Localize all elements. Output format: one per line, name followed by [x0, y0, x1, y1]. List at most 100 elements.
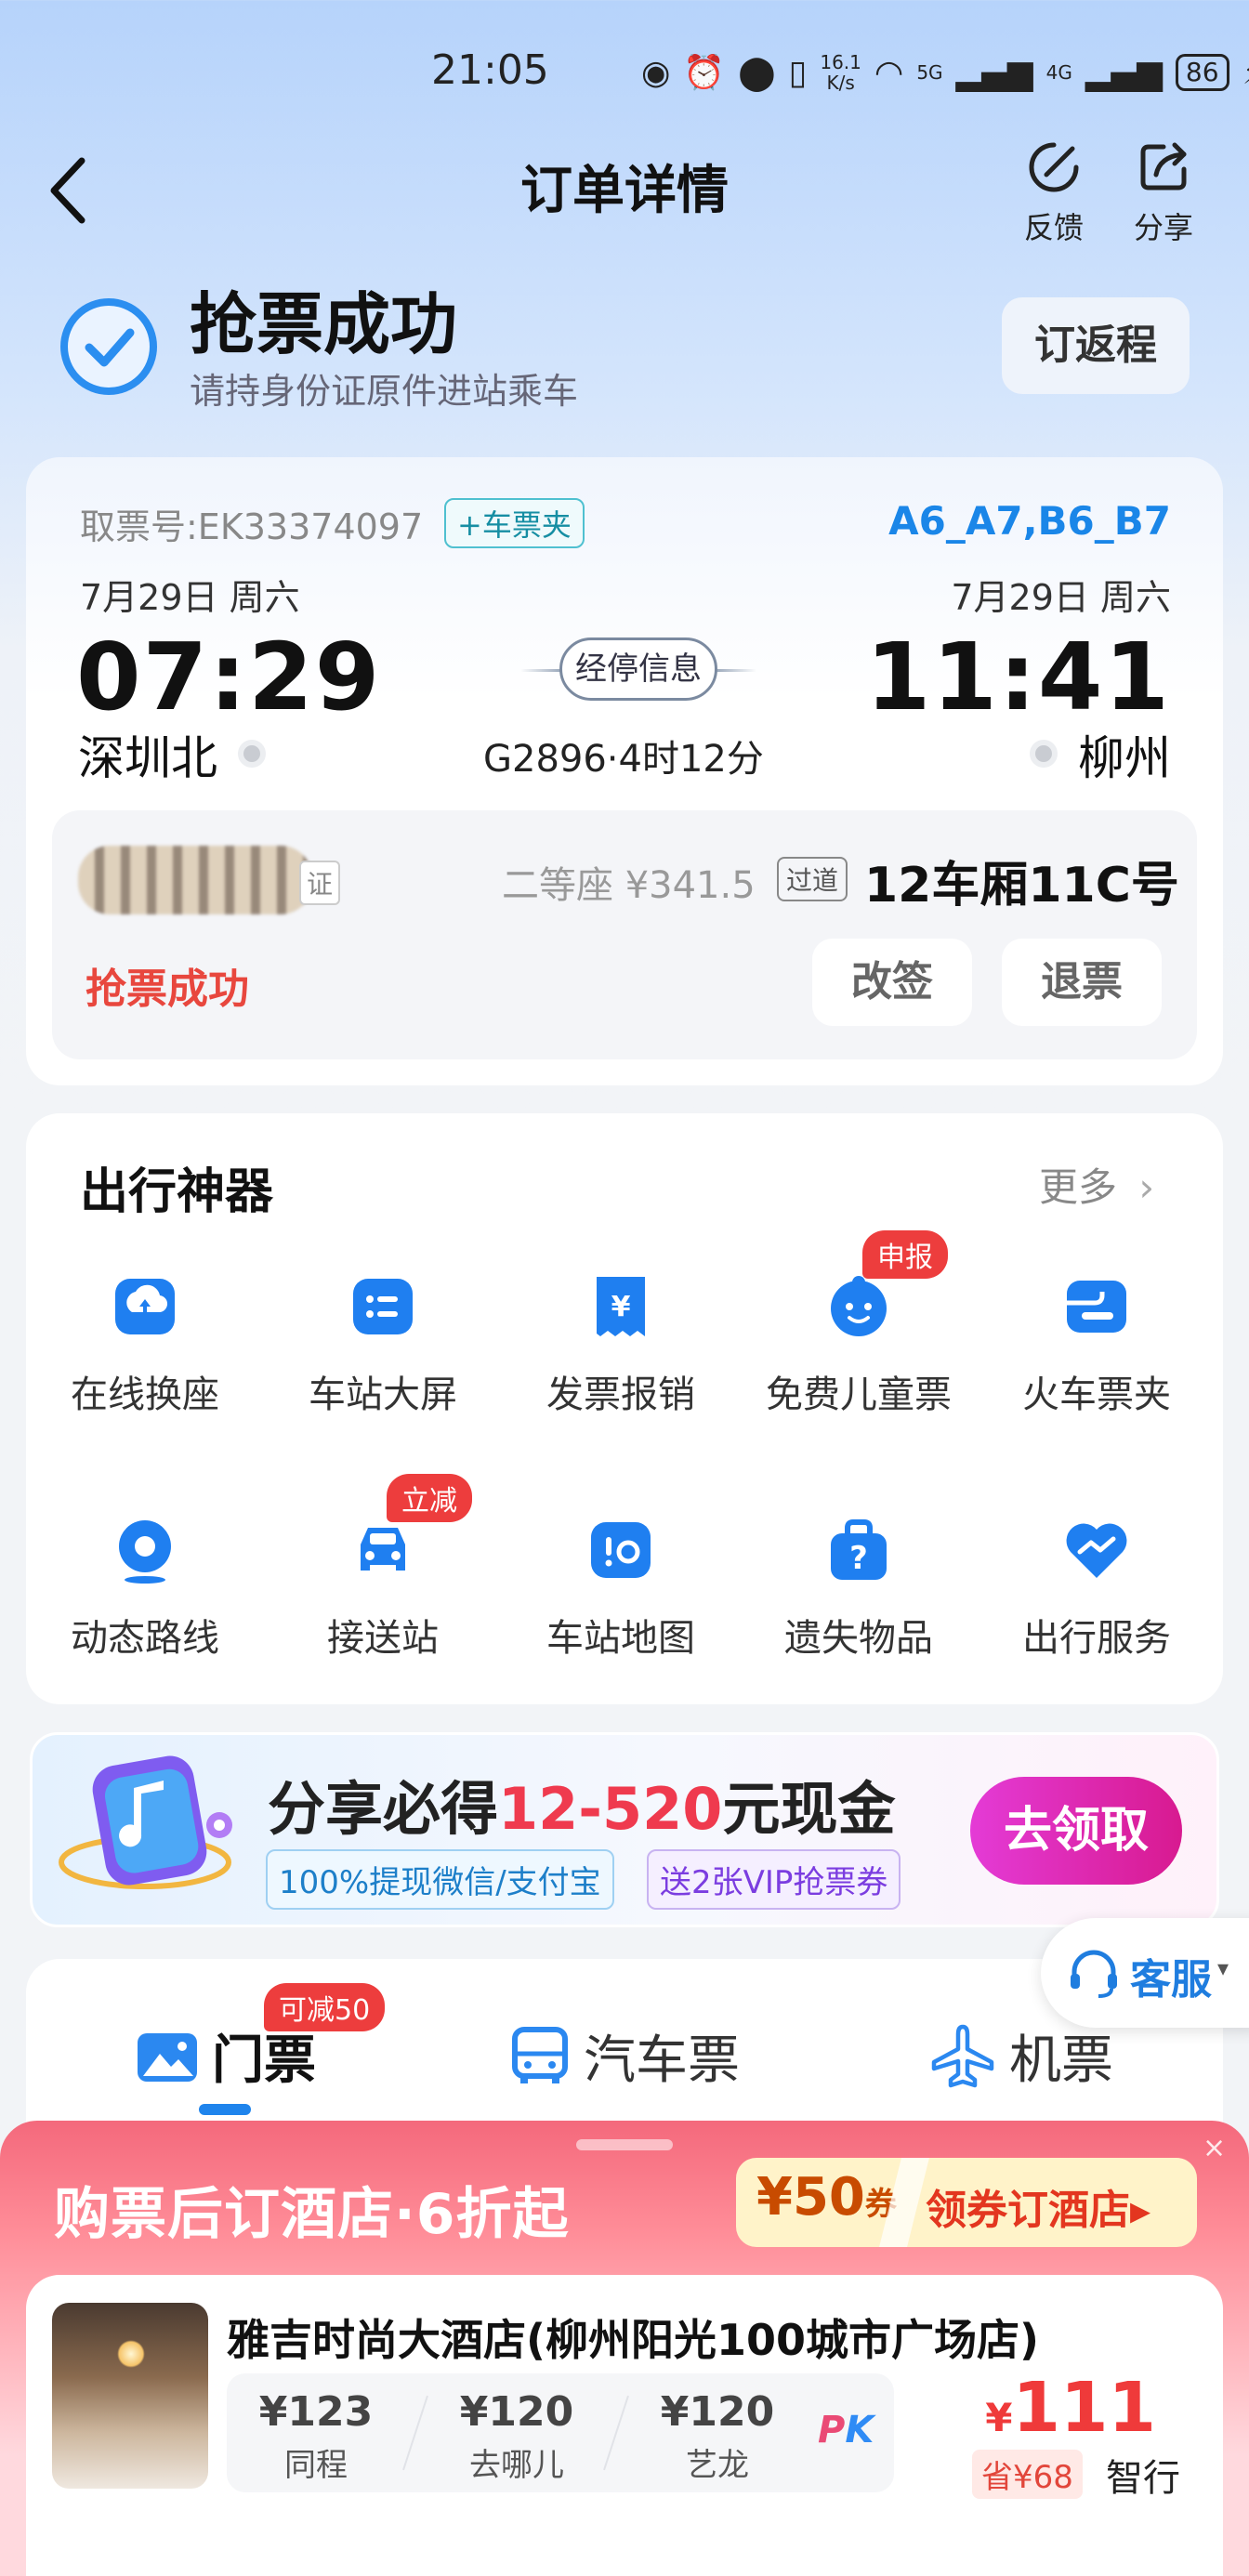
ticket-wallet-icon	[1067, 1281, 1126, 1333]
lost-item-icon: ?	[831, 1519, 887, 1580]
customer-service-button[interactable]: 客服 ▾	[1041, 1918, 1249, 2028]
net-speed: 16.1 K/s	[820, 51, 861, 94]
invoice-icon: ¥	[597, 1277, 645, 1336]
add-to-ticket-folder-button[interactable]: +车票夹	[444, 498, 585, 548]
ticket-number: 取票号:EK33374097	[80, 506, 424, 547]
departure-date: 7月29日 周六	[80, 577, 300, 618]
change-ticket-button[interactable]: 改签	[812, 939, 972, 1026]
bus-icon	[512, 2026, 568, 2083]
tool-route[interactable]: 动态路线	[52, 1515, 238, 1662]
savings-badge: 省¥68	[972, 2450, 1083, 2499]
music-gift-illustration	[59, 1755, 232, 1889]
seat-codes: A6_A7,B6_B7	[888, 498, 1171, 544]
more-link[interactable]: 更多 ›	[1039, 1156, 1154, 1213]
tool-travel-service[interactable]: 出行服务	[1004, 1515, 1190, 1662]
tool-station-map[interactable]: 车站地图	[528, 1515, 714, 1662]
compare-item: ¥120 艺龙	[660, 2388, 775, 2484]
success-title: 抢票成功	[190, 285, 458, 363]
seat-number: 12车厢11C号	[864, 858, 1179, 913]
arrival-station: 柳州	[1078, 731, 1171, 785]
active-tab-indicator	[199, 2104, 251, 2115]
tab-badge: 可减50	[264, 1983, 386, 2031]
tool-seat-swap[interactable]: 在线换座	[52, 1271, 238, 1418]
car-icon	[361, 1528, 405, 1571]
battery-level: 86	[1175, 54, 1229, 91]
passenger-name-redacted	[78, 846, 312, 914]
share-button[interactable]: 分享	[1117, 139, 1210, 247]
caret-down-icon: ▾	[1217, 1955, 1229, 1981]
tool-child-ticket[interactable]: 免费儿童票	[766, 1271, 952, 1418]
success-subtitle: 请持身份证原件进站乘车	[190, 371, 579, 412]
departure-time: 07:29	[76, 623, 382, 731]
tab-bus-tickets[interactable]: 汽车票	[509, 2018, 740, 2094]
hotel-name: 雅吉时尚大酒店(柳州阳光100城市广场店)	[227, 2315, 1040, 2365]
departure-station: 深圳北	[78, 731, 217, 785]
station-map-icon	[591, 1522, 651, 1578]
passenger-status: 抢票成功	[85, 966, 249, 1013]
wifi-icon: ◠	[874, 53, 904, 92]
brand-label: 智行	[1106, 2457, 1180, 2500]
banner-chip-withdraw: 100%提现微信/支付宝	[266, 1849, 614, 1910]
alarm-icon: ⏰	[683, 54, 726, 92]
signal-icon: ▂▄▆	[1085, 53, 1163, 92]
banner-headline: 分享必得12-520元现金	[268, 1775, 896, 1843]
departure-dot	[238, 740, 266, 768]
signal-5g-label: 5G	[916, 61, 943, 84]
hotel-promo-title: 购票后订酒店·6折起	[54, 2182, 570, 2247]
success-check-icon	[60, 298, 157, 395]
book-return-button[interactable]: 订返程	[1002, 297, 1190, 394]
route-line	[716, 669, 756, 672]
feedback-button[interactable]: 反馈	[1007, 139, 1100, 247]
claim-cash-button[interactable]: 去领取	[970, 1777, 1182, 1885]
tool-badge: 立减	[387, 1474, 472, 1522]
hotel-photo	[52, 2303, 208, 2489]
stop-info-button[interactable]: 经停信息	[559, 637, 717, 701]
our-price: ¥111	[985, 2368, 1156, 2448]
location-icon: ⬤	[738, 53, 776, 92]
eye-icon: ◉	[641, 53, 671, 92]
route-icon	[119, 1520, 171, 1584]
signal-4g-label: 4G	[1045, 61, 1072, 84]
tool-pickup[interactable]: 接送站	[290, 1515, 476, 1662]
station-screen-icon	[353, 1279, 413, 1334]
seat-swap-icon	[115, 1279, 175, 1334]
arrival-time: 11:41	[865, 623, 1171, 731]
tool-invoice[interactable]: ¥ 发票报销	[528, 1271, 714, 1418]
tool-station-screen[interactable]: 车站大屏	[290, 1271, 476, 1418]
pk-badge: PK	[818, 2409, 874, 2451]
drag-handle[interactable]	[576, 2139, 673, 2150]
aisle-tag: 过道	[777, 857, 848, 901]
status-bar: 21:05 ◉ ⏰ ⬤ ▯ 16.1 K/s ◠ 5G ▂▄▆ 4G ▂▄▆ 8…	[0, 37, 1249, 112]
arrival-date: 7月29日 周六	[951, 577, 1171, 618]
svg-text:¥: ¥	[611, 1291, 631, 1323]
vibrate-icon: ▯	[788, 53, 808, 92]
chevron-right-icon: ›	[1138, 1164, 1155, 1210]
tool-ticket-wallet[interactable]: 火车票夹	[1004, 1271, 1190, 1418]
route-line	[520, 669, 561, 672]
tab-flight-tickets[interactable]: 机票	[929, 2018, 1113, 2094]
hotel-coupon-button[interactable]: ¥50券 领券订酒店▸	[736, 2158, 1197, 2247]
arrival-dot	[1030, 740, 1058, 768]
banner-chip-vip: 送2张VIP抢票券	[647, 1849, 901, 1910]
status-time: 21:05	[431, 46, 549, 94]
headset-icon	[1071, 1950, 1117, 1998]
compare-item: ¥123 同程	[258, 2388, 374, 2484]
airplane-icon	[931, 2024, 994, 2087]
svg-text:?: ?	[849, 1540, 868, 1577]
refund-button[interactable]: 退票	[1002, 939, 1162, 1026]
tool-lost-items[interactable]: ? 遗失物品	[766, 1515, 952, 1662]
compare-item: ¥120 去哪儿	[459, 2388, 574, 2484]
train-number-duration: G2896·4时12分	[483, 738, 764, 781]
charging-icon: ⚡	[1242, 54, 1249, 92]
mountain-picture-icon	[138, 2032, 197, 2082]
tools-title: 出行神器	[80, 1164, 274, 1220]
feedback-icon	[1029, 142, 1079, 192]
close-icon[interactable]: ×	[1203, 2132, 1226, 2164]
seat-class-price: 二等座 ¥341.5	[502, 864, 756, 907]
child-ticket-icon	[831, 1276, 887, 1336]
status-icons: ◉ ⏰ ⬤ ▯ 16.1 K/s ◠ 5G ▂▄▆ 4G ▂▄▆ 86 ⚡	[641, 52, 1249, 93]
signal-icon: ▂▄▆	[955, 53, 1033, 92]
tool-badge: 申报	[862, 1230, 948, 1279]
travel-service-icon	[1066, 1523, 1127, 1578]
share-icon	[1140, 142, 1187, 191]
